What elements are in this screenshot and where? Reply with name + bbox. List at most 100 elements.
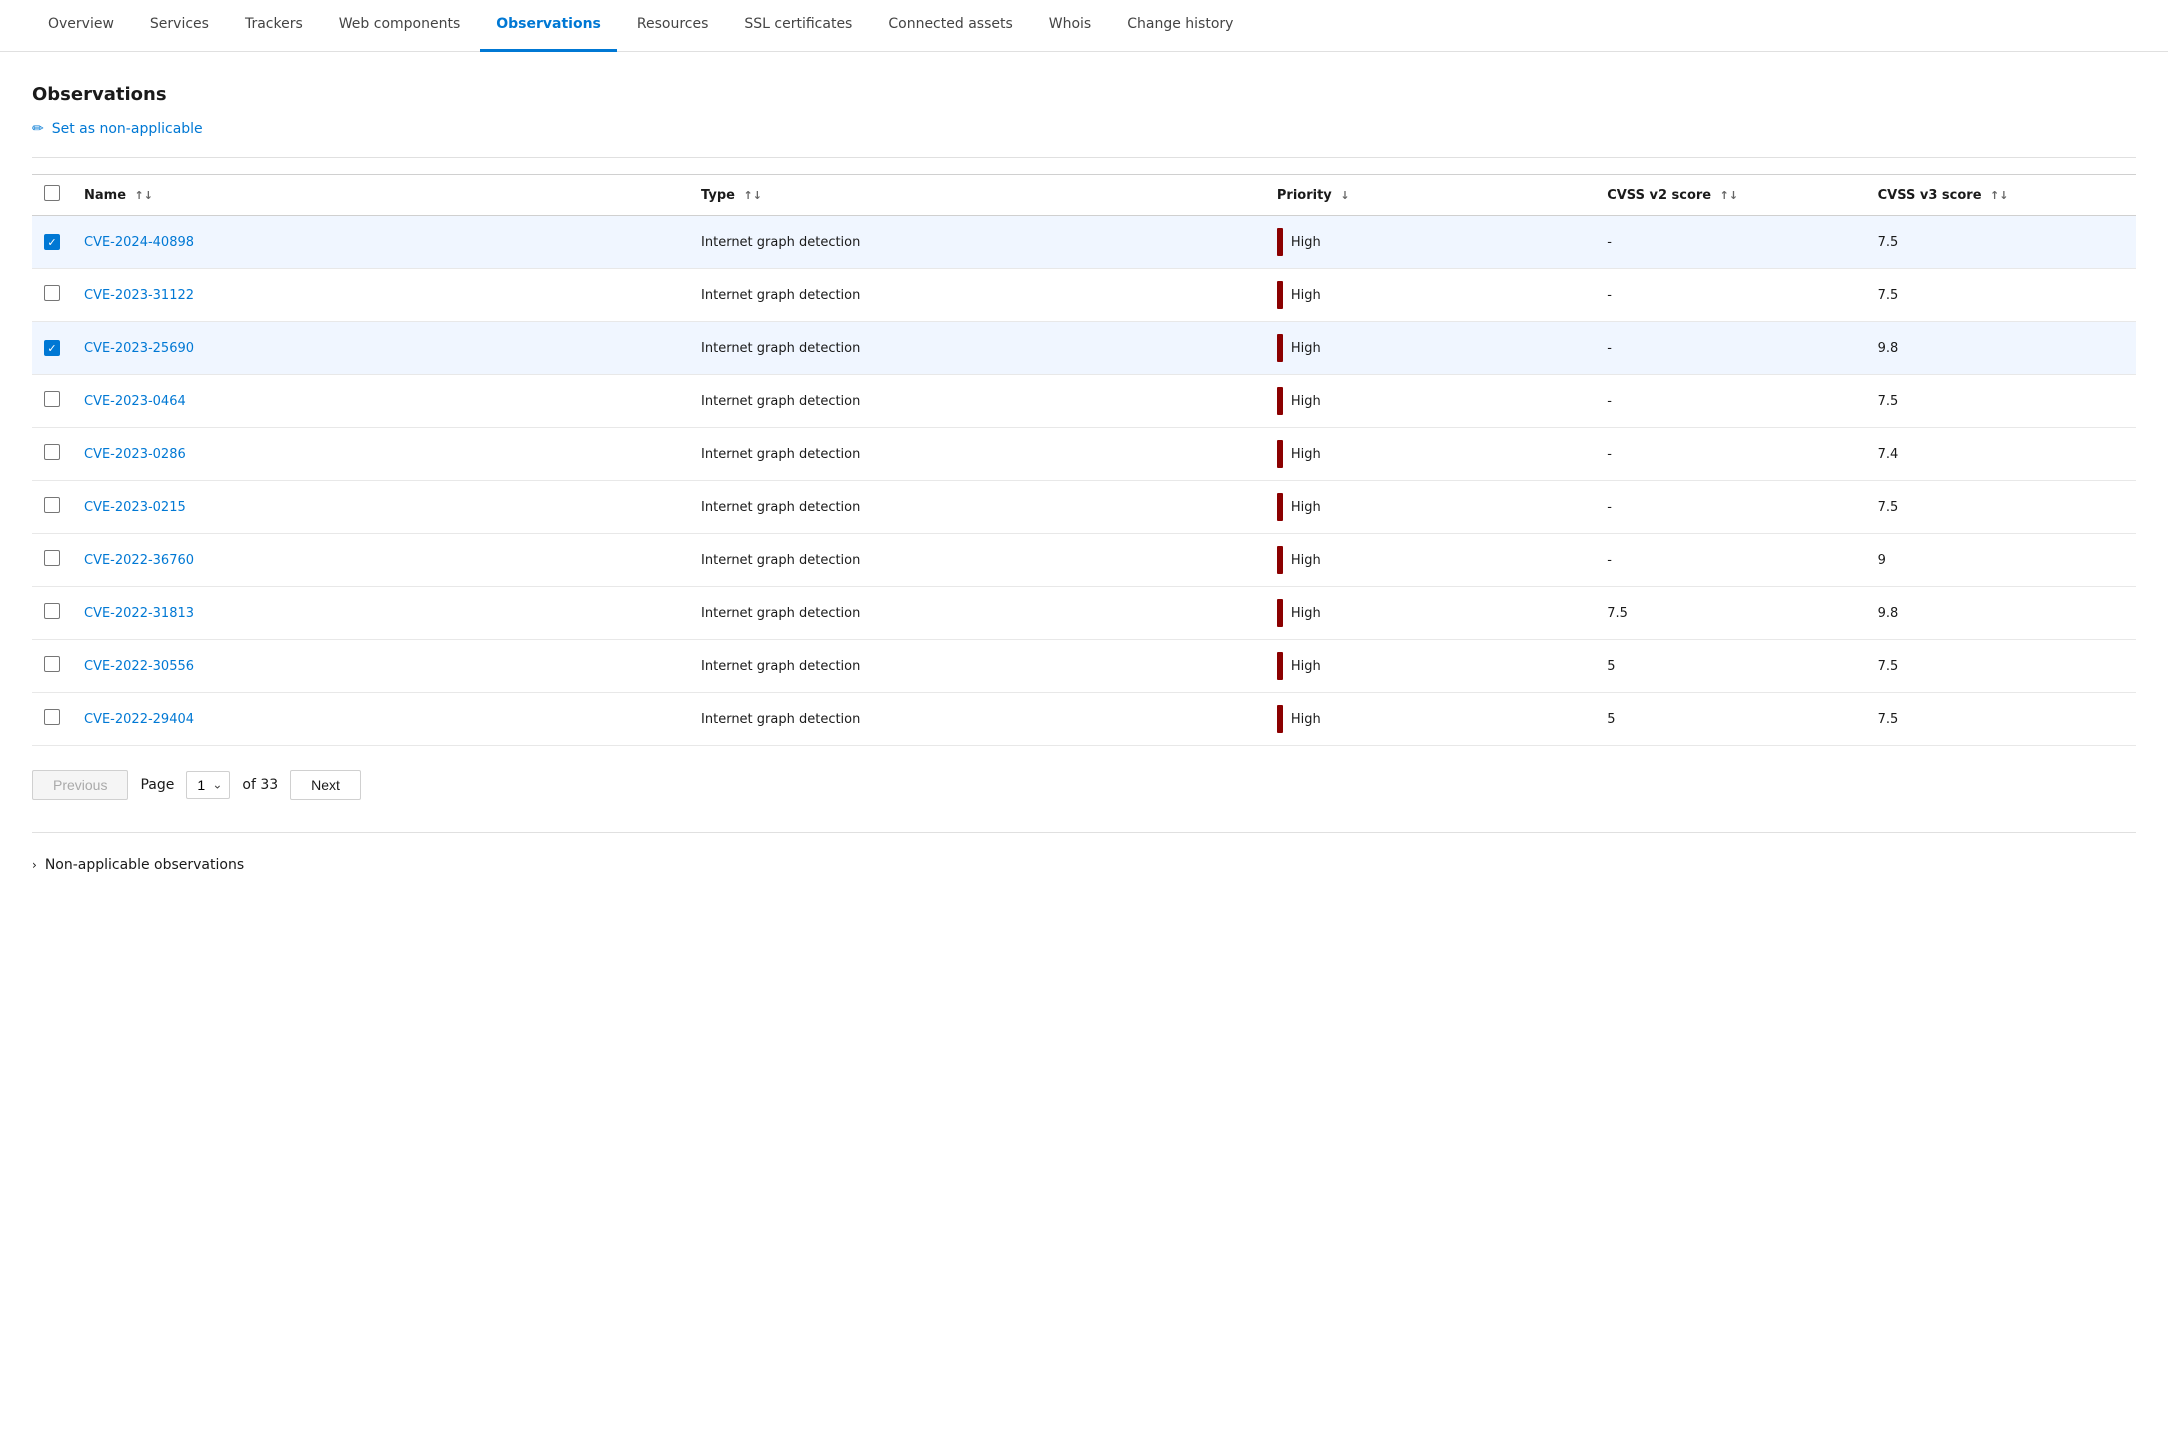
table-row: CVE-2022-31813 Internet graph detection …: [32, 587, 2136, 640]
cve-link[interactable]: CVE-2022-36760: [84, 553, 194, 568]
page-select[interactable]: 1: [186, 771, 230, 799]
priority-sort-icon: ↓: [1340, 189, 1349, 202]
row-cvss2: 7.5: [1595, 587, 1865, 640]
row-priority: High: [1265, 693, 1595, 746]
nav-item-overview[interactable]: Overview: [32, 0, 130, 52]
select-all-header[interactable]: [32, 175, 72, 216]
row-cvss2: -: [1595, 481, 1865, 534]
nav-item-ssl-certificates[interactable]: SSL certificates: [728, 0, 868, 52]
priority-bar: [1277, 387, 1283, 415]
row-checkbox[interactable]: [44, 340, 60, 356]
cve-link[interactable]: CVE-2023-25690: [84, 341, 194, 356]
table-row: CVE-2023-31122 Internet graph detection …: [32, 269, 2136, 322]
non-applicable-section[interactable]: › Non-applicable observations: [32, 849, 2136, 881]
row-type: Internet graph detection: [689, 269, 1265, 322]
row-cvss3: 9: [1866, 534, 2136, 587]
nav-item-connected-assets[interactable]: Connected assets: [872, 0, 1028, 52]
page-title: Observations: [32, 84, 2136, 105]
priority-label: High: [1291, 447, 1321, 462]
row-checkbox-cell[interactable]: [32, 693, 72, 746]
row-name[interactable]: CVE-2024-40898: [72, 216, 689, 269]
row-checkbox[interactable]: [44, 709, 60, 725]
row-checkbox-cell[interactable]: [32, 428, 72, 481]
row-cvss2: -: [1595, 428, 1865, 481]
col-header-cvss2[interactable]: CVSS v2 score ↑↓: [1595, 175, 1865, 216]
row-checkbox-cell[interactable]: [32, 322, 72, 375]
priority-bar: [1277, 493, 1283, 521]
row-checkbox[interactable]: [44, 497, 60, 513]
row-cvss3: 7.4: [1866, 428, 2136, 481]
nav-item-change-history[interactable]: Change history: [1111, 0, 1249, 52]
row-checkbox[interactable]: [44, 391, 60, 407]
row-checkbox[interactable]: [44, 444, 60, 460]
previous-button[interactable]: Previous: [32, 770, 128, 800]
cve-link[interactable]: CVE-2023-0464: [84, 394, 186, 409]
row-checkbox-cell[interactable]: [32, 481, 72, 534]
row-checkbox[interactable]: [44, 285, 60, 301]
divider: [32, 157, 2136, 158]
row-checkbox[interactable]: [44, 234, 60, 250]
row-name[interactable]: CVE-2022-36760: [72, 534, 689, 587]
nav-item-services[interactable]: Services: [134, 0, 225, 52]
row-cvss3: 9.8: [1866, 322, 2136, 375]
priority-label: High: [1291, 341, 1321, 356]
select-all-checkbox[interactable]: [44, 185, 60, 201]
row-name[interactable]: CVE-2022-31813: [72, 587, 689, 640]
row-priority: High: [1265, 428, 1595, 481]
cve-link[interactable]: CVE-2023-0215: [84, 500, 186, 515]
row-cvss3: 7.5: [1866, 216, 2136, 269]
cve-link[interactable]: CVE-2023-31122: [84, 288, 194, 303]
nav-item-trackers[interactable]: Trackers: [229, 0, 319, 52]
row-cvss3: 7.5: [1866, 481, 2136, 534]
row-priority: High: [1265, 481, 1595, 534]
row-name[interactable]: CVE-2022-30556: [72, 640, 689, 693]
row-priority: High: [1265, 269, 1595, 322]
row-name[interactable]: CVE-2023-25690: [72, 322, 689, 375]
row-priority: High: [1265, 322, 1595, 375]
row-type: Internet graph detection: [689, 375, 1265, 428]
row-checkbox[interactable]: [44, 656, 60, 672]
cve-link[interactable]: CVE-2022-29404: [84, 712, 194, 727]
nav-item-observations[interactable]: Observations: [480, 0, 617, 52]
set-non-applicable-button[interactable]: ✏ Set as non-applicable: [32, 121, 2136, 137]
table-row: CVE-2023-0215 Internet graph detection H…: [32, 481, 2136, 534]
row-checkbox-cell[interactable]: [32, 587, 72, 640]
row-name[interactable]: CVE-2023-31122: [72, 269, 689, 322]
row-checkbox-cell[interactable]: [32, 269, 72, 322]
col-header-cvss3[interactable]: CVSS v3 score ↑↓: [1866, 175, 2136, 216]
priority-label: High: [1291, 500, 1321, 515]
row-name[interactable]: CVE-2022-29404: [72, 693, 689, 746]
row-type: Internet graph detection: [689, 534, 1265, 587]
row-checkbox[interactable]: [44, 603, 60, 619]
cve-link[interactable]: CVE-2022-30556: [84, 659, 194, 674]
row-type: Internet graph detection: [689, 428, 1265, 481]
row-cvss2: -: [1595, 322, 1865, 375]
row-name[interactable]: CVE-2023-0464: [72, 375, 689, 428]
row-name[interactable]: CVE-2023-0286: [72, 428, 689, 481]
cve-link[interactable]: CVE-2024-40898: [84, 235, 194, 250]
pencil-icon: ✏: [32, 121, 44, 137]
row-type: Internet graph detection: [689, 481, 1265, 534]
col-header-type[interactable]: Type ↑↓: [689, 175, 1265, 216]
row-checkbox-cell[interactable]: [32, 375, 72, 428]
next-button[interactable]: Next: [290, 770, 361, 800]
nav-item-web-components[interactable]: Web components: [323, 0, 476, 52]
row-checkbox[interactable]: [44, 550, 60, 566]
main-content: Observations ✏ Set as non-applicable Nam…: [0, 52, 2168, 913]
row-checkbox-cell[interactable]: [32, 640, 72, 693]
table-row: CVE-2024-40898 Internet graph detection …: [32, 216, 2136, 269]
cve-link[interactable]: CVE-2022-31813: [84, 606, 194, 621]
nav-item-whois[interactable]: Whois: [1033, 0, 1107, 52]
row-checkbox-cell[interactable]: [32, 534, 72, 587]
page-select-wrapper: 1: [186, 771, 230, 799]
row-name[interactable]: CVE-2023-0215: [72, 481, 689, 534]
nav-item-resources[interactable]: Resources: [621, 0, 725, 52]
col-header-name[interactable]: Name ↑↓: [72, 175, 689, 216]
col-header-priority[interactable]: Priority ↓: [1265, 175, 1595, 216]
type-sort-icon: ↑↓: [743, 189, 761, 202]
cve-link[interactable]: CVE-2023-0286: [84, 447, 186, 462]
page-of-label: of 33: [242, 777, 278, 793]
row-checkbox-cell[interactable]: [32, 216, 72, 269]
table-row: CVE-2023-0286 Internet graph detection H…: [32, 428, 2136, 481]
priority-bar: [1277, 228, 1283, 256]
